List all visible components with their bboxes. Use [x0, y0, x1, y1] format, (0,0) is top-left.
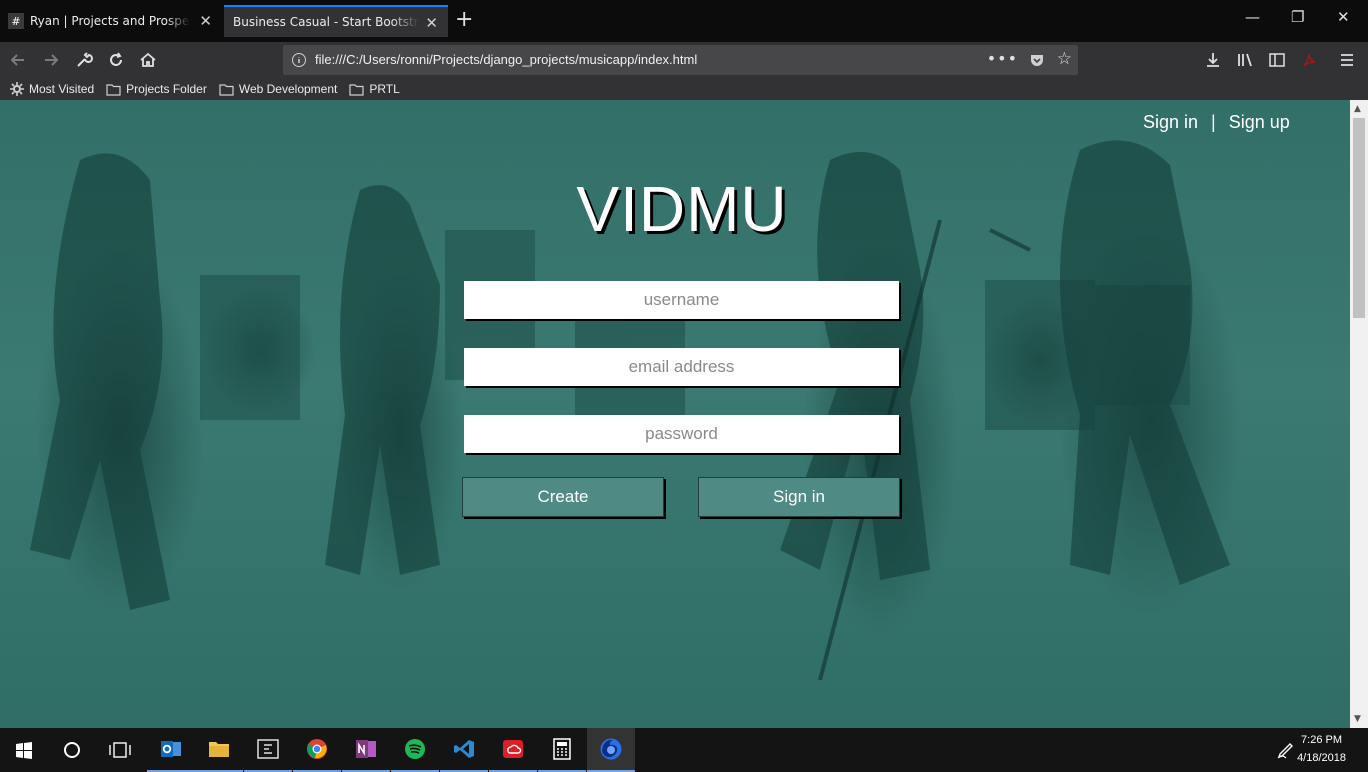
onenote-icon[interactable] — [342, 728, 390, 772]
navigation-toolbar: file:///C:/Users/ronni/Projects/django_p… — [0, 42, 1368, 78]
cortana-icon[interactable] — [48, 728, 96, 772]
reload-icon — [110, 52, 122, 66]
chrome-icon[interactable] — [293, 728, 341, 772]
tab-title: Ryan | Projects and Prospects S — [30, 14, 190, 28]
outlook-icon[interactable] — [147, 728, 195, 772]
pocket-icon[interactable] — [1029, 52, 1045, 68]
folder-icon — [106, 83, 121, 96]
page-viewport: Sign in | Sign up VIDMU Create Sign in — [0, 100, 1350, 728]
username-input[interactable] — [464, 281, 899, 319]
creative-cloud-icon[interactable] — [489, 728, 537, 772]
windows-taskbar: 7:26 PM 4/18/2018 — [0, 728, 1368, 772]
tab-title: Business Casual - Start Bootstrap Th — [233, 15, 419, 29]
tab-projects[interactable]: # Ryan | Projects and Prospects S ✕ — [0, 5, 222, 37]
folder-icon — [349, 83, 364, 96]
library-button[interactable] — [1232, 48, 1258, 72]
minimize-button[interactable]: — — [1245, 8, 1260, 26]
gear-icon — [10, 82, 24, 96]
forward-arrow-icon — [45, 54, 59, 66]
calculator-icon[interactable] — [538, 728, 586, 772]
code-editor-icon[interactable] — [244, 728, 292, 772]
url-bar[interactable]: file:///C:/Users/ronni/Projects/django_p… — [283, 45, 1078, 75]
home-icon — [140, 52, 156, 67]
clock-date: 4/18/2018 — [1297, 752, 1346, 764]
wrench-icon — [77, 52, 93, 67]
windows-start-icon[interactable] — [0, 728, 48, 772]
downloads-button[interactable] — [1200, 48, 1226, 72]
brand-title: VIDMU — [576, 173, 788, 245]
scroll-down-icon[interactable]: ▼ — [1354, 714, 1361, 724]
close-icon[interactable]: ✕ — [425, 15, 438, 31]
create-button[interactable]: Create — [462, 477, 664, 517]
close-icon[interactable]: ✕ — [199, 13, 212, 29]
email-input[interactable] — [464, 348, 899, 386]
sidebar-icon — [1269, 53, 1285, 67]
nav-separator: | — [1211, 112, 1216, 132]
new-tab-button[interactable]: + — [455, 9, 473, 31]
bookmark-label: Most Visited — [29, 82, 95, 96]
firefox-icon[interactable] — [587, 728, 635, 772]
menu-button[interactable] — [1334, 48, 1360, 72]
tab-business-casual[interactable]: Business Casual - Start Bootstrap Th ✕ — [224, 5, 448, 37]
bookmark-label: PRTL — [369, 82, 400, 96]
tab-strip: # Ryan | Projects and Prospects S ✕ Busi… — [0, 0, 1368, 42]
bookmark-star-icon[interactable]: ☆ — [1057, 49, 1072, 69]
system-clock[interactable]: 7:26 PM 4/18/2018 — [1297, 731, 1346, 767]
reload-button[interactable] — [103, 48, 129, 72]
vscode-icon[interactable] — [440, 728, 488, 772]
bookmark-projects-folder[interactable]: Projects Folder — [106, 82, 207, 96]
scroll-thumb[interactable] — [1353, 118, 1365, 318]
task-view-icon[interactable] — [96, 728, 144, 772]
customize-button[interactable] — [71, 48, 97, 72]
hamburger-menu-icon — [1341, 54, 1353, 66]
folder-icon — [219, 83, 234, 96]
bookmark-prtl[interactable]: PRTL — [349, 82, 400, 96]
nav-sign-up-link[interactable]: Sign up — [1229, 112, 1290, 133]
back-button[interactable] — [5, 48, 31, 72]
window-close-button[interactable]: ✕ — [1337, 8, 1350, 26]
bookmark-label: Web Development — [238, 82, 338, 96]
bookmarks-toolbar: Most Visited Projects Folder Web Develop… — [0, 78, 1368, 100]
info-icon[interactable] — [291, 52, 307, 68]
url-text[interactable]: file:///C:/Users/ronni/Projects/django_p… — [315, 52, 697, 67]
bookmark-web-development[interactable]: Web Development — [219, 82, 338, 96]
home-button[interactable] — [135, 48, 161, 72]
library-icon — [1238, 53, 1252, 67]
nav-sign-in-link[interactable]: Sign in — [1143, 112, 1198, 133]
hash-favicon-icon: # — [8, 13, 24, 29]
sign-in-button[interactable]: Sign in — [698, 477, 900, 517]
clock-time: 7:26 PM — [1301, 734, 1343, 746]
bookmark-label: Projects Folder — [126, 82, 207, 96]
auth-nav: Sign in | Sign up — [1143, 112, 1290, 133]
sidebar-button[interactable] — [1264, 48, 1290, 72]
back-arrow-icon — [10, 54, 24, 66]
restore-button[interactable]: ❐ — [1291, 8, 1304, 26]
bookmark-most-visited[interactable]: Most Visited — [10, 82, 94, 96]
page-actions-icon[interactable]: ••• — [987, 49, 1018, 68]
forward-button[interactable] — [38, 48, 64, 72]
spotify-icon[interactable] — [391, 728, 439, 772]
scroll-up-icon[interactable]: ▲ — [1354, 104, 1361, 114]
page-scrollbar[interactable]: ▲ ▼ — [1350, 100, 1368, 728]
pdf-extension-button[interactable] — [1296, 48, 1322, 72]
password-input[interactable] — [464, 415, 899, 453]
file-explorer-icon[interactable] — [195, 728, 243, 772]
acrobat-icon — [1303, 53, 1316, 67]
download-icon — [1207, 53, 1219, 67]
